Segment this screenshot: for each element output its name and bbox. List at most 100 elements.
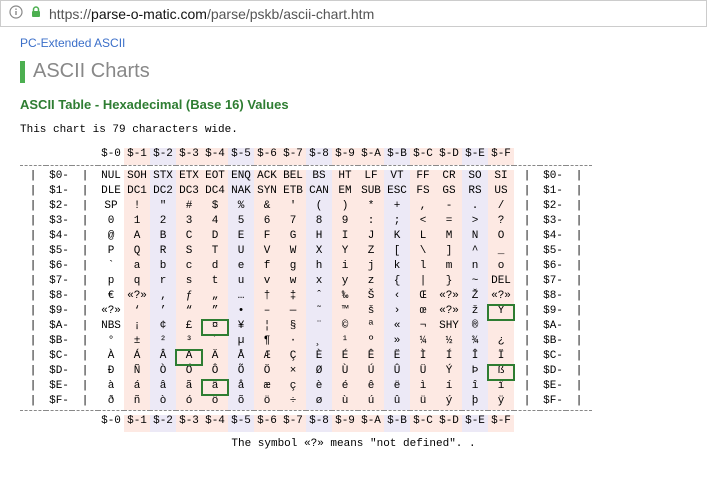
ascii-cell: o	[488, 260, 514, 275]
ascii-cell: {	[384, 275, 410, 290]
ascii-cell: Œ	[410, 290, 436, 305]
ascii-cell: €	[98, 290, 124, 305]
ascii-cell: †	[254, 290, 280, 305]
ascii-cell: ¿	[488, 335, 514, 350]
col-header: $-8	[306, 415, 332, 432]
ascii-cell: 6	[254, 215, 280, 230]
ascii-cell: î	[462, 380, 488, 395]
ascii-cell: Î	[462, 350, 488, 365]
ascii-cell: Ò	[150, 365, 176, 380]
ascii-cell: Á	[124, 350, 150, 365]
row-sep: |	[514, 215, 540, 230]
ascii-cell: DC4	[202, 185, 228, 200]
ascii-cell: S	[176, 245, 202, 260]
ascii-cell: ¶	[254, 335, 280, 350]
ascii-cell: CR	[436, 170, 462, 185]
ascii-cell: Ë	[384, 350, 410, 365]
address-bar[interactable]: https://parse-o-matic.com/parse/pskb/asc…	[0, 0, 707, 27]
row-label: $4-	[46, 230, 72, 245]
ascii-cell: i	[332, 260, 358, 275]
row-label: $9-	[540, 305, 566, 320]
ascii-cell: a	[124, 260, 150, 275]
ascii-cell: ¹	[332, 335, 358, 350]
col-header: $-F	[488, 415, 514, 432]
ascii-cell: Ø	[306, 365, 332, 380]
ascii-cell: D	[202, 230, 228, 245]
col-header: $-4	[202, 148, 228, 166]
row-sep: |	[566, 350, 592, 365]
ascii-cell: .	[462, 200, 488, 215]
row-sep: |	[20, 230, 46, 245]
ascii-cell: °	[98, 335, 124, 350]
ascii-cell: ï	[488, 380, 514, 395]
row-sep: |	[566, 335, 592, 350]
ascii-cell: Û	[384, 365, 410, 380]
row-sep: |	[20, 335, 46, 350]
ascii-cell: ù	[332, 395, 358, 411]
row-label: $A-	[46, 320, 72, 335]
ascii-cell: «	[384, 320, 410, 335]
ascii-cell: <	[410, 215, 436, 230]
row-sep: |	[72, 395, 98, 411]
ascii-cell: ‘	[124, 305, 150, 320]
ascii-cell: SYN	[254, 185, 280, 200]
ascii-cell: §	[280, 320, 306, 335]
ascii-cell: "	[150, 200, 176, 215]
ascii-cell: %	[228, 200, 254, 215]
ascii-cell: ø	[306, 395, 332, 411]
ascii-cell: NAK	[228, 185, 254, 200]
row-sep: |	[72, 305, 98, 320]
ascii-cell: ›	[384, 305, 410, 320]
extended-ascii-link[interactable]: PC-Extended ASCII	[20, 36, 125, 50]
row-sep: |	[566, 215, 592, 230]
row-label: $E-	[46, 380, 72, 395]
ascii-cell: :	[358, 215, 384, 230]
col-header: $-0	[98, 148, 124, 166]
ascii-cell: 5	[228, 215, 254, 230]
ascii-cell: „	[202, 290, 228, 305]
ascii-cell: ß	[488, 365, 514, 380]
ascii-cell: @	[98, 230, 124, 245]
ascii-cell: —	[280, 305, 306, 320]
row-label: $F-	[46, 395, 72, 411]
ascii-cell: p	[98, 275, 124, 290]
ascii-cell: …	[228, 290, 254, 305]
ascii-cell: }	[436, 275, 462, 290]
ascii-cell: 3	[176, 215, 202, 230]
ascii-cell: 0	[98, 215, 124, 230]
ascii-cell: ©	[332, 320, 358, 335]
row-sep: |	[514, 335, 540, 350]
row-label: $8-	[46, 290, 72, 305]
row-sep: |	[72, 260, 98, 275]
lock-icon	[29, 5, 43, 22]
ascii-cell: 1	[124, 215, 150, 230]
ascii-cell: ç	[280, 380, 306, 395]
ascii-cell: c	[176, 260, 202, 275]
row-label: $C-	[46, 350, 72, 365]
row-label: $3-	[46, 215, 72, 230]
row-sep: |	[514, 290, 540, 305]
ascii-cell: 9	[332, 215, 358, 230]
ascii-cell: å	[228, 380, 254, 395]
ascii-cell: l	[410, 260, 436, 275]
ascii-cell: F	[254, 230, 280, 245]
row-label: $1-	[540, 185, 566, 200]
ascii-cell: GS	[436, 185, 462, 200]
row-sep: |	[72, 170, 98, 185]
ascii-cell: ¸	[306, 335, 332, 350]
ascii-cell: •	[228, 305, 254, 320]
ascii-cell: SI	[488, 170, 514, 185]
ascii-cell: |	[410, 275, 436, 290]
row-label: $2-	[540, 200, 566, 215]
ascii-cell: j	[358, 260, 384, 275]
row-sep: |	[20, 215, 46, 230]
row-sep: |	[72, 245, 98, 260]
col-header: $-9	[332, 415, 358, 432]
row-sep: |	[20, 395, 46, 411]
ascii-cell: â	[150, 380, 176, 395]
ascii-cell: Ã	[176, 350, 202, 365]
ascii-cell: B	[150, 230, 176, 245]
col-header: $-A	[358, 148, 384, 166]
ascii-cell: ƒ	[176, 290, 202, 305]
ascii-cell: «?»	[488, 290, 514, 305]
